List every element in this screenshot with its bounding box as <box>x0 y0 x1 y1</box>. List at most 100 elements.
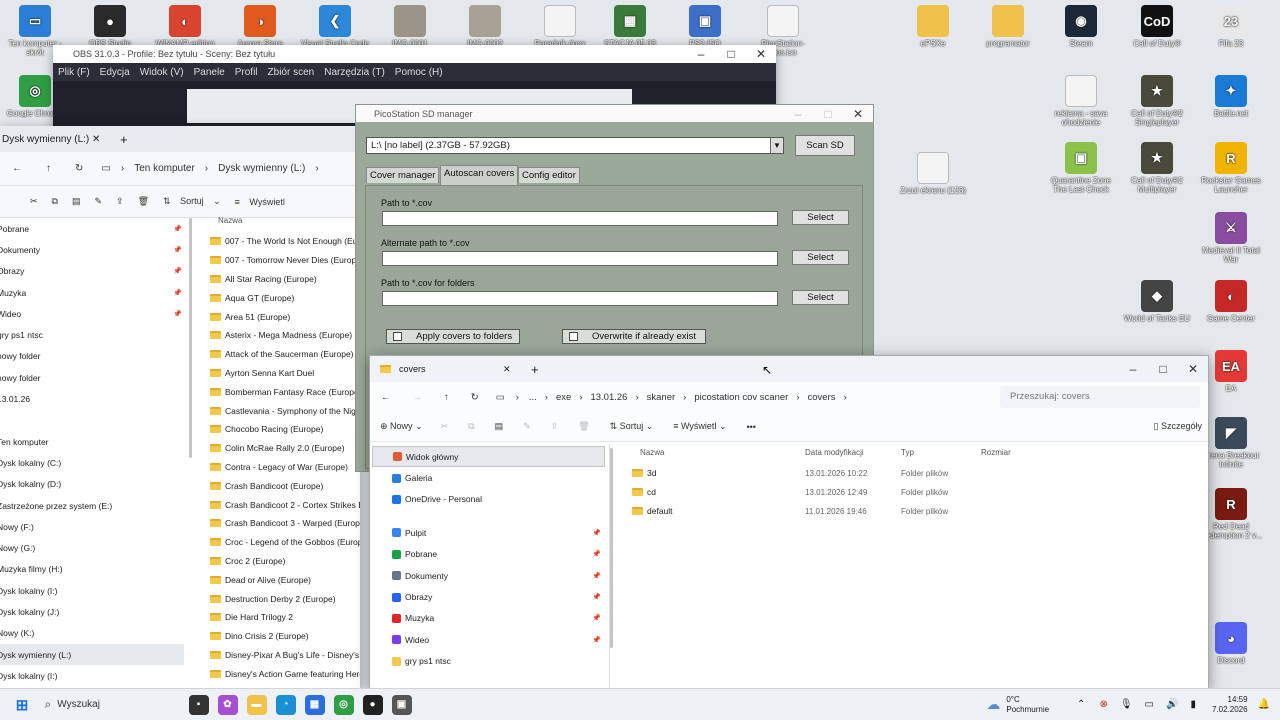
list-item[interactable]: Castlevania - Symphony of the Night <box>210 401 360 420</box>
table-row[interactable]: default 11.01.2026 19:46 Folder plików <box>632 502 1202 520</box>
sidebar-item[interactable]: Dysk lokalny (C:) <box>0 452 190 473</box>
up-icon[interactable]: ↑ <box>34 163 63 174</box>
weather-widget[interactable]: ☁ 0°C Pochmurnie <box>986 695 1049 715</box>
sort-button[interactable]: ⇅ Sortuj ⌄ <box>156 196 228 207</box>
list-item[interactable]: Dino Crisis 2 (Europe) <box>210 627 360 646</box>
list-item[interactable]: Bomberman Fantasy Race (Europe) <box>210 382 360 401</box>
list-item[interactable]: Die Hard Trilogy 2 <box>210 608 360 627</box>
security-icon[interactable]: ⊗ <box>1099 699 1107 710</box>
sidebar-item[interactable]: 13.01.26 <box>0 388 190 409</box>
sidebar-item[interactable]: Dysk lokalny (J:) <box>0 601 190 622</box>
desktop-icon[interactable]: 23 Fifa 23 <box>1196 5 1266 48</box>
close-tab-icon[interactable]: ✕ <box>503 364 531 375</box>
maximize-icon[interactable]: □ <box>1148 362 1178 376</box>
breadcrumb-more[interactable]: ... <box>524 392 542 403</box>
list-item[interactable]: Contra - Legacy of War (Europe) <box>210 458 360 477</box>
desktop-icon[interactable]: IMG-0001 <box>375 5 445 48</box>
list-item[interactable]: All Star Racing (Europe) <box>210 270 360 289</box>
delete-icon[interactable]: 🗑 <box>568 421 599 432</box>
close-icon[interactable]: ✕ <box>843 107 873 121</box>
copy-icon[interactable]: ⧉ <box>458 421 484 432</box>
desktop-icon[interactable]: CoD Call of Duty® <box>1122 5 1192 48</box>
minimize-icon[interactable]: – <box>686 47 716 61</box>
search-input[interactable]: Przeszukaj: covers <box>1000 386 1200 408</box>
clock[interactable]: 14:59 7.02.2026 <box>1212 695 1248 715</box>
breadcrumb-computer[interactable]: Ten komputer <box>128 163 201 174</box>
breadcrumb-drive[interactable]: Dysk wymienny (L:) <box>212 163 311 174</box>
breadcrumb-date[interactable]: 13.01.26 <box>585 392 632 403</box>
copy-icon[interactable]: ⧉ <box>45 196 65 207</box>
task-view-icon[interactable]: ▪ <box>188 694 209 715</box>
maximize-icon[interactable]: □ <box>813 107 843 121</box>
list-item[interactable]: Aqua GT (Europe) <box>210 288 360 307</box>
select-button-3[interactable]: Select <box>792 290 849 305</box>
desktop-icon[interactable]: ★ Call of Duty®2 Multiplayer <box>1122 142 1192 194</box>
sidebar-item[interactable]: Nowy (K:) <box>0 623 190 644</box>
desktop-icon[interactable]: ⚔ Medieval II Total War <box>1196 212 1266 264</box>
cut-icon[interactable]: ✂ <box>0 196 45 207</box>
microphone-icon[interactable]: 🎙 <box>1120 699 1133 710</box>
taskbar-search[interactable]: ⌕ Wyszukaj <box>45 694 185 716</box>
sidebar-item[interactable]: Wideo 📌 <box>0 303 190 324</box>
desktop-icon[interactable]: ◆ World of Tanks EU <box>1122 280 1192 323</box>
close-icon[interactable]: ✕ <box>1178 362 1208 376</box>
sidebar-item[interactable]: Pobrane 📌 <box>370 544 609 565</box>
share-icon[interactable]: ⇪ <box>109 196 131 207</box>
explorer-window-l[interactable]: Dysk wymienny (L:) ✕ + ← ↑ ↻ ▭ › Ten kom… <box>0 126 360 688</box>
sidebar-item[interactable] <box>0 410 190 431</box>
breadcrumb-skaner[interactable]: skaner <box>642 392 681 403</box>
close-icon[interactable]: ✕ <box>746 47 776 61</box>
refresh-icon[interactable]: ↻ <box>63 163 95 174</box>
sidebar-item[interactable]: gry ps1 ntsc <box>0 324 190 345</box>
close-tab-icon[interactable]: ✕ <box>92 134 112 145</box>
sidebar-item[interactable]: Pobrane 📌 <box>0 218 190 239</box>
chrome-icon[interactable]: ◎ <box>333 694 354 715</box>
chevron-down-icon[interactable]: ▼ <box>770 138 783 153</box>
obs-menu-item[interactable]: Zbiór scen <box>263 67 320 78</box>
desktop-icon[interactable]: IMG-0002 <box>450 5 520 48</box>
sidebar-item[interactable]: Nowy (F:) <box>0 516 190 537</box>
breadcrumb-exe[interactable]: exe <box>551 392 576 403</box>
desktop-icon[interactable]: ❮ Visual Studio Code <box>300 5 370 48</box>
list-item[interactable]: Destruction Derby 2 (Europe) <box>210 589 360 608</box>
maximize-icon[interactable]: □ <box>716 47 746 61</box>
new-tab-icon[interactable]: + <box>531 362 539 377</box>
obs-menu-item[interactable]: Plik (F) <box>53 67 95 78</box>
desktop-icon[interactable]: programator <box>973 5 1043 48</box>
sidebar-item[interactable]: Dysk lokalny (I:) <box>0 665 190 686</box>
forward-icon[interactable]: → <box>402 392 434 403</box>
scan-sd-button[interactable]: Scan SD <box>795 135 855 156</box>
desktop-icon[interactable]: ● OBS Studio <box>75 5 145 48</box>
column-size[interactable]: Rozmiar <box>981 448 1011 457</box>
back-icon[interactable]: ← <box>370 392 402 403</box>
sidebar-item[interactable]: Dokumenty 📌 <box>370 565 609 586</box>
path-cov-input[interactable] <box>382 211 778 226</box>
tab-config-editor[interactable]: Config editor <box>518 167 580 183</box>
desktop-icon[interactable]: ✦ Battle.net <box>1196 75 1266 118</box>
delete-icon[interactable]: 🗑 <box>131 196 156 207</box>
overwrite-checkbox[interactable]: Overwrite if already exist <box>562 329 706 344</box>
list-item[interactable]: Crash Bandicoot (Europe) <box>210 476 360 495</box>
folder-path-input[interactable] <box>382 291 778 306</box>
sidebar-item[interactable]: Wideo 📌 <box>370 629 609 650</box>
sidebar-item[interactable]: Dysk lokalny (I:) <box>0 580 190 601</box>
volume-icon[interactable]: 🔊 <box>1166 699 1178 710</box>
list-item[interactable]: Attack of the Saucerman (Europe) <box>210 345 360 364</box>
sidebar-item[interactable]: Muzyka 📌 <box>0 282 190 303</box>
list-item[interactable]: Croc - Legend of the Gobbos (Europe) <box>210 533 360 552</box>
sidebar-item[interactable]: Dysk lokalny (D:) <box>0 474 190 495</box>
tab-cover-manager[interactable]: Cover manager <box>366 167 440 183</box>
list-item[interactable]: 007 - The World Is Not Enough (Europe) <box>210 232 360 251</box>
store-icon[interactable]: ▦ <box>304 694 325 715</box>
table-row[interactable]: cd 13.01.2026 12:49 Folder plików <box>632 483 1202 501</box>
column-type[interactable]: Typ <box>901 448 914 457</box>
battery-icon[interactable]: ▮ <box>1190 699 1196 710</box>
sidebar-item[interactable]: Zastrzeżone przez system (E:) <box>0 495 190 516</box>
sidebar-item[interactable]: Dysk wymienny (L:) <box>0 643 184 666</box>
list-item[interactable]: Chocobo Racing (Europe) <box>210 420 360 439</box>
paste-icon[interactable]: ▤ <box>485 421 514 432</box>
more-button[interactable]: ••• <box>736 422 765 432</box>
chevron-up-icon[interactable]: ⌃ <box>1077 699 1085 710</box>
apply-covers-checkbox[interactable]: Apply covers to folders <box>386 329 520 344</box>
tab-autoscan-covers[interactable]: Autoscan covers <box>440 165 519 185</box>
